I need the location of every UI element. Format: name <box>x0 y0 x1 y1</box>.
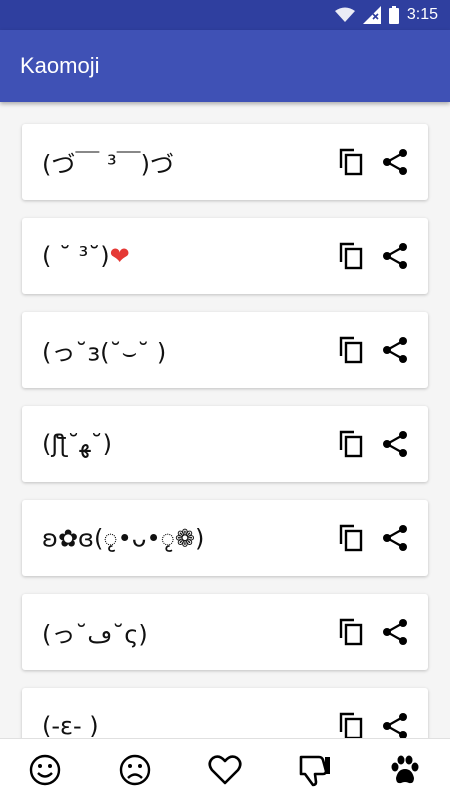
copy-button[interactable] <box>338 242 364 270</box>
copy-button[interactable] <box>338 524 364 552</box>
copy-icon <box>339 618 363 646</box>
copy-button[interactable] <box>338 336 364 364</box>
bottom-navigation <box>0 738 450 800</box>
kaomoji-text: (づ￣ ³￣)づ <box>42 150 174 179</box>
kaomoji-card[interactable]: (づ￣ ³￣)づ <box>22 124 428 200</box>
copy-button[interactable] <box>338 618 364 646</box>
battery-icon <box>388 6 399 24</box>
app-bar: Kaomoji <box>0 30 450 102</box>
share-button[interactable] <box>382 430 408 458</box>
share-icon <box>383 337 407 363</box>
share-icon <box>383 713 407 738</box>
nav-animals[interactable] <box>375 745 435 795</box>
kaomoji-card[interactable]: (っ˘з(˘⌣˘ ) <box>22 312 428 388</box>
kaomoji-card[interactable]: (っ˘ڡ˘ς) <box>22 594 428 670</box>
kaomoji-card[interactable]: (ʃƪ˘ﻬ˘) <box>22 406 428 482</box>
wifi-icon <box>334 7 355 22</box>
nav-dislike[interactable] <box>285 745 345 795</box>
copy-icon <box>339 712 363 738</box>
sad-face-icon <box>119 754 151 785</box>
share-button[interactable] <box>382 524 408 552</box>
app-title: Kaomoji <box>20 53 100 78</box>
kaomoji-list[interactable]: (づ￣ ³￣)づ ( ˘ ³˘)❤ (っ˘з(˘⌣˘) (ʃƪ˘ﻬ˘) ʚ✿ɞ… <box>0 102 450 738</box>
copy-icon <box>339 148 363 176</box>
share-button[interactable] <box>382 336 408 364</box>
nav-sad[interactable] <box>105 745 165 795</box>
kaomoji-card[interactable]: ( ˘ ³˘)❤ <box>22 218 428 294</box>
heart-glyph: ❤ <box>109 242 130 270</box>
share-button[interactable] <box>382 242 408 270</box>
kaomoji-card[interactable]: ʚ✿ɞ(ृ•ᴗ•ृ❁) <box>22 500 428 576</box>
kaomoji-text: ( ˘ ³˘)❤ <box>42 242 130 270</box>
share-icon <box>383 243 407 269</box>
copy-button[interactable] <box>338 148 364 176</box>
copy-icon <box>339 336 363 364</box>
copy-icon <box>339 242 363 270</box>
kaomoji-text: (-ε- ) <box>42 712 99 738</box>
copy-icon <box>339 524 363 552</box>
status-time: 3:15 <box>406 6 438 23</box>
kaomoji-text: (っ˘з(˘⌣˘ ) <box>42 338 167 367</box>
paw-icon <box>391 755 419 783</box>
copy-icon <box>339 430 363 458</box>
thumbs-down-icon <box>299 755 330 786</box>
share-icon <box>383 431 407 457</box>
status-bar: 3:15 <box>0 0 450 30</box>
nav-love[interactable] <box>195 745 255 795</box>
share-button[interactable] <box>382 712 408 738</box>
kaomoji-card[interactable]: (-ε- ) <box>22 688 428 738</box>
share-icon <box>383 525 407 551</box>
kaomoji-text: (ʃƪ˘ﻬ˘) <box>42 430 112 458</box>
copy-button[interactable] <box>338 430 364 458</box>
copy-button[interactable] <box>338 712 364 738</box>
share-icon <box>383 619 407 645</box>
kaomoji-text: ʚ✿ɞ(ृ•ᴗ•ृ❁) <box>42 524 205 553</box>
share-button[interactable] <box>382 618 408 646</box>
heart-icon <box>208 754 242 784</box>
nav-happy[interactable] <box>15 745 75 795</box>
happy-face-icon <box>29 754 61 785</box>
share-button[interactable] <box>382 148 408 176</box>
kaomoji-text: (っ˘ڡ˘ς) <box>42 620 148 649</box>
share-icon <box>383 149 407 175</box>
signal-icon <box>362 6 381 24</box>
